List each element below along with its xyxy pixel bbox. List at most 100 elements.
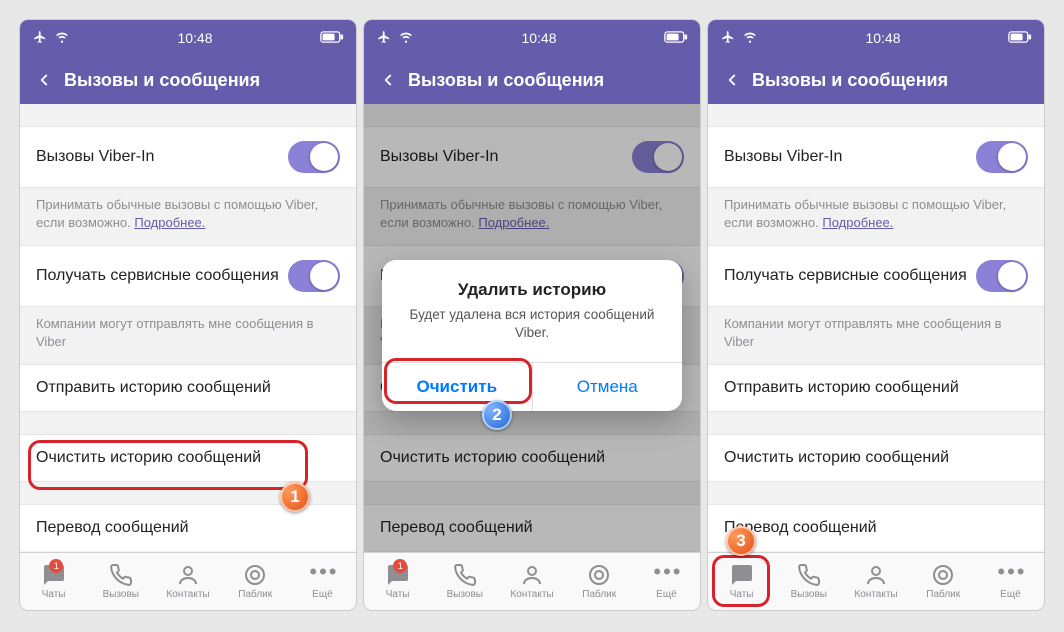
viber-in-desc: Принимать обычные вызовы с помощью Viber… (20, 188, 356, 245)
tab-more[interactable]: ••• Ещё (633, 553, 700, 610)
settings-list: Вызовы Viber-In Принимать обычные вызовы… (708, 104, 1044, 552)
tab-bar: Чаты Вызовы Контакты Паблик ••• Ещё (708, 552, 1044, 610)
tab-label: Паблик (238, 589, 272, 600)
row-label: Перевод сообщений (36, 519, 340, 537)
tab-public[interactable]: Паблик (222, 553, 289, 610)
tab-calls[interactable]: Вызовы (431, 553, 498, 610)
row-service-msgs[interactable]: Получать сервисные сообщения (20, 245, 356, 307)
row-label: Отправить историю сообщений (36, 379, 340, 397)
annotation-badge-3: 3 (726, 526, 756, 556)
page-title: Вызовы и сообщения (748, 70, 1036, 91)
tab-label: Контакты (166, 589, 209, 600)
tab-label: Вызовы (447, 589, 483, 600)
row-clear-history[interactable]: Очистить историю сообщений (708, 434, 1044, 482)
tab-bar: 1 Чаты Вызовы Контакты Паблик ••• Ещё (20, 552, 356, 610)
tab-label: Ещё (312, 589, 332, 600)
tab-public[interactable]: Паблик (910, 553, 977, 610)
tab-contacts[interactable]: Контакты (154, 553, 221, 610)
tab-chats[interactable]: 1Чаты (364, 553, 431, 610)
tab-public[interactable]: Паблик (566, 553, 633, 610)
phone-screenshot-2: 10:48 Вызовы и сообщения Вызовы Viber-In… (364, 20, 700, 610)
row-label: Очистить историю сообщений (36, 449, 340, 467)
nav-bar: Вызовы и сообщения (364, 56, 700, 104)
row-send-history[interactable]: Отправить историю сообщений (20, 364, 356, 412)
alert-clear-button[interactable]: Очистить (382, 363, 532, 411)
row-service-msgs[interactable]: Получать сервисные сообщения (708, 245, 1044, 307)
tab-label: Ещё (656, 589, 676, 600)
tab-label: Паблик (582, 589, 616, 600)
wifi-icon (54, 30, 70, 47)
row-label: Вызовы Viber-In (724, 148, 976, 166)
tab-label: Контакты (510, 589, 553, 600)
tab-calls[interactable]: Вызовы (87, 553, 154, 610)
row-label: Получать сервисные сообщения (36, 267, 288, 285)
tab-label: Вызовы (103, 589, 139, 600)
airplane-icon (720, 30, 736, 47)
tab-more[interactable]: ••• Ещё (977, 553, 1044, 610)
more-link[interactable]: Подробнее. (822, 215, 893, 230)
more-icon: ••• (309, 563, 335, 587)
back-button[interactable] (28, 71, 60, 89)
tab-bar: 1Чаты Вызовы Контакты Паблик ••• Ещё (364, 552, 700, 610)
settings-list: Вызовы Viber-In Принимать обычные вызовы… (20, 104, 356, 552)
toggle-service-msgs[interactable] (288, 260, 340, 292)
status-time: 10:48 (177, 30, 212, 46)
airplane-icon (376, 30, 392, 47)
tab-chats[interactable]: 1 Чаты (20, 553, 87, 610)
service-msgs-desc: Компании могут отправлять мне сообщения … (708, 307, 1044, 364)
battery-icon (664, 30, 688, 46)
row-label: Перевод сообщений (724, 519, 1028, 537)
wifi-icon (742, 30, 758, 47)
battery-icon (320, 30, 344, 46)
alert-cancel-button[interactable]: Отмена (532, 363, 683, 411)
row-translate[interactable]: Перевод сообщений (20, 504, 356, 551)
settings-list: Вызовы Viber-In Принимать обычные вызовы… (364, 104, 700, 552)
row-viber-in[interactable]: Вызовы Viber-In (20, 126, 356, 188)
airplane-icon (32, 30, 48, 47)
toggle-service-msgs[interactable] (976, 260, 1028, 292)
page-title: Вызовы и сообщения (60, 70, 348, 91)
row-label: Очистить историю сообщений (724, 449, 1028, 467)
alert-title: Удалить историю (400, 280, 664, 300)
alert-delete-history: Удалить историю Будет удалена вся истори… (382, 260, 682, 411)
alert-message: Будет удалена вся история сообщений Vibe… (400, 306, 664, 342)
nav-bar: Вызовы и сообщения (708, 56, 1044, 104)
tab-label: Ещё (1000, 589, 1020, 600)
more-link[interactable]: Подробнее. (134, 215, 205, 230)
row-translate[interactable]: Перевод сообщений (708, 504, 1044, 551)
row-viber-in[interactable]: Вызовы Viber-In (708, 126, 1044, 188)
tab-label: Паблик (926, 589, 960, 600)
tab-label: Чаты (730, 589, 754, 600)
status-bar: 10:48 (708, 20, 1044, 56)
annotation-badge-1: 1 (280, 482, 310, 512)
tab-label: Контакты (854, 589, 897, 600)
phone-screenshot-3: 10:48 Вызовы и сообщения Вызовы Viber-In… (708, 20, 1044, 610)
service-msgs-desc: Компании могут отправлять мне сообщения … (20, 307, 356, 364)
tab-label: Чаты (386, 589, 410, 600)
status-bar: 10:48 (20, 20, 356, 56)
tab-calls[interactable]: Вызовы (775, 553, 842, 610)
status-time: 10:48 (865, 30, 900, 46)
wifi-icon (398, 30, 414, 47)
more-icon: ••• (997, 563, 1023, 587)
row-label: Отправить историю сообщений (724, 379, 1028, 397)
toggle-viber-in[interactable] (976, 141, 1028, 173)
page-title: Вызовы и сообщения (404, 70, 692, 91)
status-time: 10:48 (521, 30, 556, 46)
row-label: Вызовы Viber-In (36, 148, 288, 166)
tab-chats[interactable]: Чаты (708, 553, 775, 610)
tab-contacts[interactable]: Контакты (842, 553, 909, 610)
tab-contacts[interactable]: Контакты (498, 553, 565, 610)
more-icon: ••• (653, 563, 679, 587)
annotation-badge-2: 2 (482, 400, 512, 430)
viber-in-desc: Принимать обычные вызовы с помощью Viber… (708, 188, 1044, 245)
toggle-viber-in[interactable] (288, 141, 340, 173)
nav-bar: Вызовы и сообщения (20, 56, 356, 104)
row-send-history[interactable]: Отправить историю сообщений (708, 364, 1044, 412)
tab-label: Чаты (42, 589, 66, 600)
back-button[interactable] (716, 71, 748, 89)
back-button[interactable] (372, 71, 404, 89)
row-clear-history[interactable]: Очистить историю сообщений (20, 434, 356, 482)
tab-more[interactable]: ••• Ещё (289, 553, 356, 610)
row-label: Получать сервисные сообщения (724, 267, 976, 285)
